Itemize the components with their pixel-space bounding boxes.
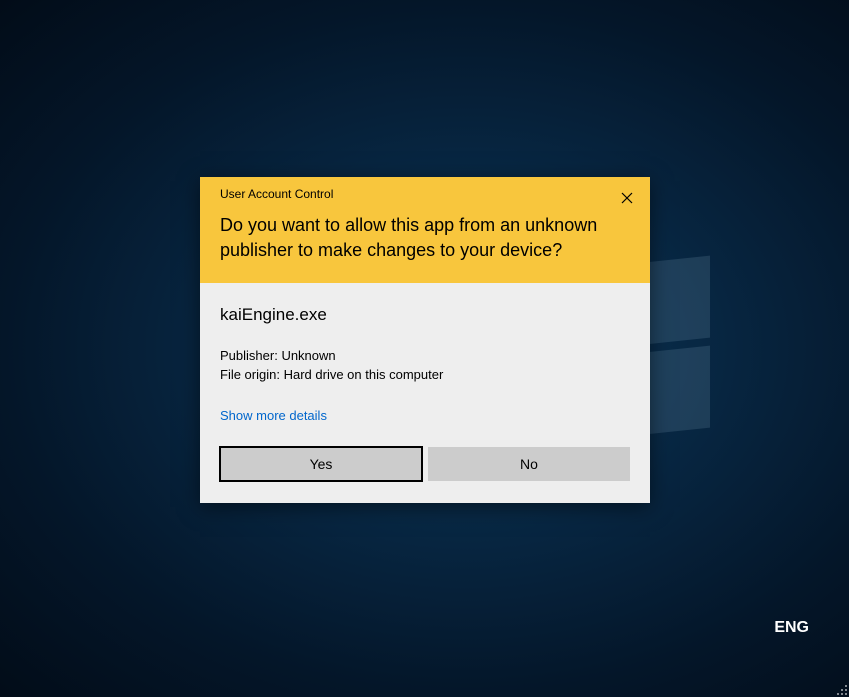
publisher-line: Publisher: Unknown — [220, 347, 630, 365]
no-button[interactable]: No — [428, 447, 630, 481]
language-indicator[interactable]: ENG — [774, 619, 809, 637]
publisher-label: Publisher: — [220, 348, 278, 363]
button-row: Yes No — [220, 447, 630, 481]
origin-label: File origin: — [220, 367, 280, 382]
origin-line: File origin: Hard drive on this computer — [220, 366, 630, 384]
dialog-title: User Account Control — [220, 187, 630, 201]
publisher-value: Unknown — [281, 348, 335, 363]
uac-header: User Account Control Do you want to allo… — [200, 177, 650, 283]
close-icon — [621, 192, 633, 204]
close-button[interactable] — [614, 185, 640, 211]
show-more-details-link[interactable]: Show more details — [220, 408, 327, 423]
yes-button[interactable]: Yes — [220, 447, 422, 481]
app-name: kaiEngine.exe — [220, 305, 630, 325]
uac-question: Do you want to allow this app from an un… — [220, 213, 630, 263]
uac-body: kaiEngine.exe Publisher: Unknown File or… — [200, 283, 650, 502]
resize-grip[interactable] — [833, 681, 847, 695]
origin-value: Hard drive on this computer — [284, 367, 444, 382]
uac-dialog: User Account Control Do you want to allo… — [200, 177, 650, 503]
